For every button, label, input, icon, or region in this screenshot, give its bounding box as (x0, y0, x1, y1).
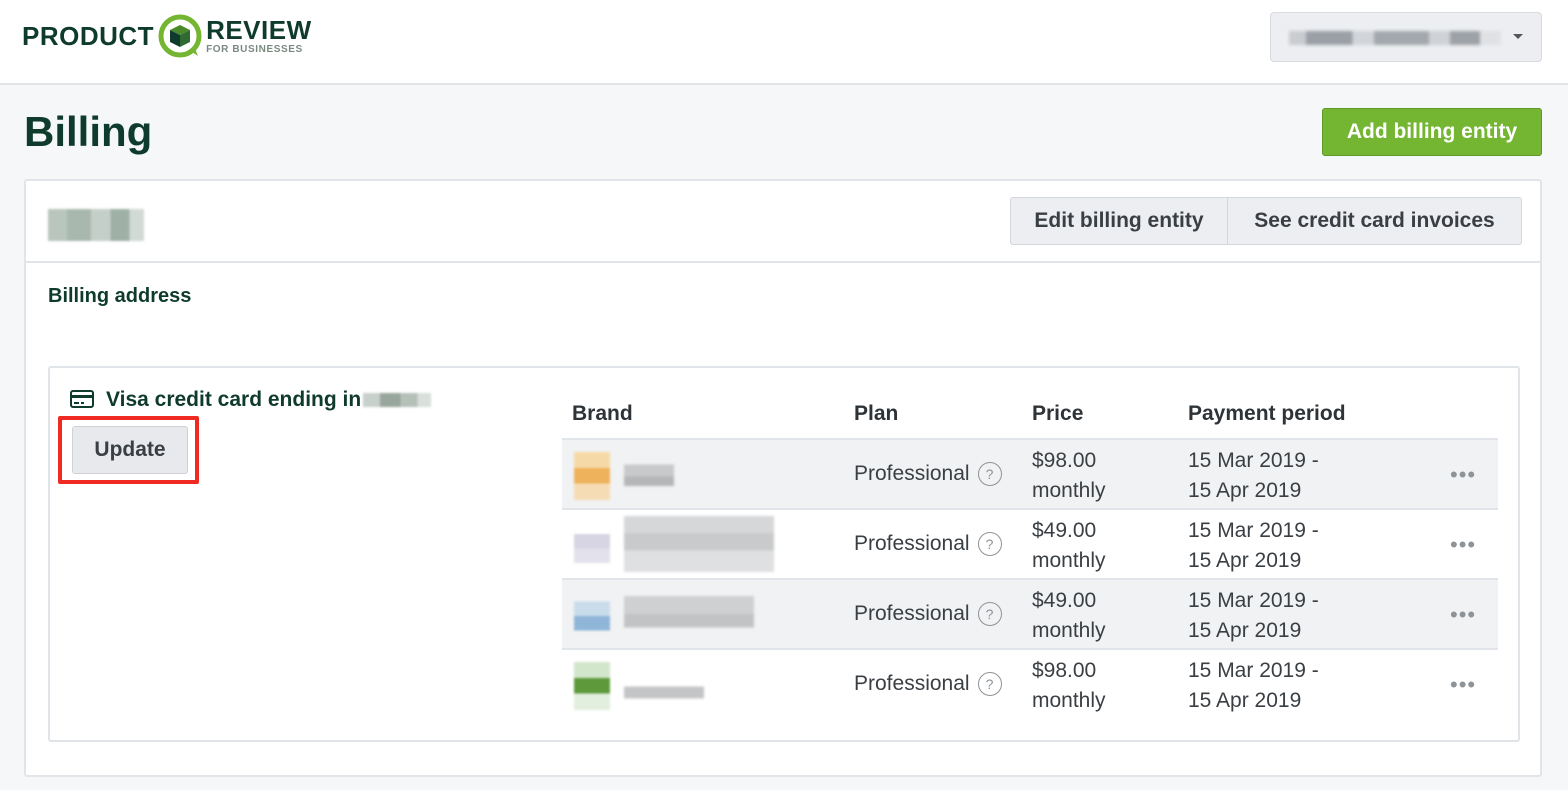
period-start: 15 Mar 2019 - (1188, 519, 1319, 542)
period-cell: 15 Mar 2019 - 15 Apr 2019 (1188, 516, 1319, 576)
blurred-entity-name (48, 209, 144, 241)
period-end: 15 Apr 2019 (1188, 549, 1302, 572)
help-icon[interactable]: ? (977, 672, 1002, 696)
plan-cell: Professional? (854, 672, 1002, 696)
more-options-icon[interactable]: ••• (1450, 672, 1476, 698)
logo-text-product: PRODUCT (22, 20, 155, 51)
plan-name: Professional (854, 462, 970, 485)
period-end: 15 Apr 2019 (1188, 619, 1302, 642)
help-icon[interactable]: ? (977, 462, 1002, 486)
period-start: 15 Mar 2019 - (1188, 659, 1319, 682)
payment-method-panel: Visa credit card ending in Update Brand … (48, 366, 1520, 742)
table-row: Professional? $98.00 monthly 15 Mar 2019 … (562, 648, 1498, 718)
blurred-brand-name (624, 450, 674, 498)
blurred-card-digits (363, 393, 432, 408)
plan-name: Professional (854, 532, 970, 555)
blurred-brand-logo (574, 452, 610, 500)
plan-cell: Professional? (854, 532, 1002, 556)
price-amount: $98.00 (1032, 449, 1097, 472)
help-icon[interactable]: ? (977, 532, 1002, 556)
edit-billing-entity-button[interactable]: Edit billing entity (1010, 197, 1228, 245)
blurred-brand-name (624, 660, 704, 708)
blurred-brand-name (624, 590, 754, 638)
price-amount: $98.00 (1032, 659, 1097, 682)
entity-actions: Edit billing entity See credit card invo… (1010, 197, 1522, 245)
chevron-down-icon (1513, 34, 1523, 39)
blurred-brand-logo (574, 592, 610, 640)
plan-name: Professional (854, 672, 970, 695)
price-cell: $49.00 monthly (1032, 516, 1106, 576)
billing-entity-header: Edit billing entity See credit card invo… (26, 181, 1540, 263)
update-card-button[interactable]: Update (72, 426, 188, 474)
logo-subtitle: FOR BUSINESSES (206, 44, 303, 55)
blurred-user-name (1289, 31, 1501, 45)
period-start: 15 Mar 2019 - (1188, 589, 1319, 612)
more-options-icon[interactable]: ••• (1450, 462, 1476, 488)
logo-review-block: REVIEW FOR BUSINESSES (206, 17, 312, 55)
price-cadence: monthly (1032, 689, 1106, 712)
logo-text-review: REVIEW (206, 15, 312, 45)
price-amount: $49.00 (1032, 519, 1097, 542)
price-cell: $98.00 monthly (1032, 446, 1106, 506)
billing-address-label: Billing address (48, 285, 192, 307)
billing-entity-card: Edit billing entity See credit card invo… (24, 179, 1542, 777)
column-header-plan: Plan (854, 402, 899, 425)
period-cell: 15 Mar 2019 - 15 Apr 2019 (1188, 586, 1319, 646)
price-cell: $49.00 monthly (1032, 586, 1106, 646)
logo-cube-icon (158, 14, 202, 58)
column-header-payment-period: Payment period (1188, 402, 1346, 425)
period-cell: 15 Mar 2019 - 15 Apr 2019 (1188, 656, 1319, 716)
credit-card-icon (70, 390, 94, 408)
blurred-brand-logo (574, 662, 610, 710)
product-review-logo[interactable]: PRODUCT REVIEW FOR BUSINESSES (22, 10, 312, 62)
period-end: 15 Apr 2019 (1188, 689, 1302, 712)
period-cell: 15 Mar 2019 - 15 Apr 2019 (1188, 446, 1319, 506)
blurred-brand-name (624, 516, 774, 572)
price-amount: $49.00 (1032, 589, 1097, 612)
table-row: Professional? $49.00 monthly 15 Mar 2019 … (562, 508, 1498, 578)
more-options-icon[interactable]: ••• (1450, 532, 1476, 558)
period-start: 15 Mar 2019 - (1188, 449, 1319, 472)
user-menu-dropdown[interactable] (1270, 12, 1542, 62)
more-options-icon[interactable]: ••• (1450, 602, 1476, 628)
top-bar: PRODUCT REVIEW FOR BUSINESSES (0, 0, 1568, 85)
card-description-text: Visa credit card ending in (106, 388, 362, 411)
table-row: Professional? $49.00 monthly 15 Mar 2019 … (562, 578, 1498, 648)
column-header-price: Price (1032, 402, 1084, 425)
help-icon[interactable]: ? (977, 602, 1002, 626)
page-title: Billing (24, 108, 153, 155)
column-header-brand: Brand (572, 402, 633, 425)
table-row: Professional? $98.00 monthly 15 Mar 2019 … (562, 438, 1498, 508)
period-end: 15 Apr 2019 (1188, 479, 1302, 502)
see-credit-card-invoices-button[interactable]: See credit card invoices (1228, 197, 1522, 245)
price-cadence: monthly (1032, 549, 1106, 572)
price-cadence: monthly (1032, 619, 1106, 642)
plan-cell: Professional? (854, 602, 1002, 626)
price-cadence: monthly (1032, 479, 1106, 502)
plan-name: Professional (854, 602, 970, 625)
blurred-brand-logo (574, 522, 610, 570)
add-billing-entity-button[interactable]: Add billing entity (1322, 108, 1542, 156)
plan-cell: Professional? (854, 462, 1002, 486)
card-description: Visa credit card ending in (106, 388, 432, 412)
price-cell: $98.00 monthly (1032, 656, 1106, 716)
